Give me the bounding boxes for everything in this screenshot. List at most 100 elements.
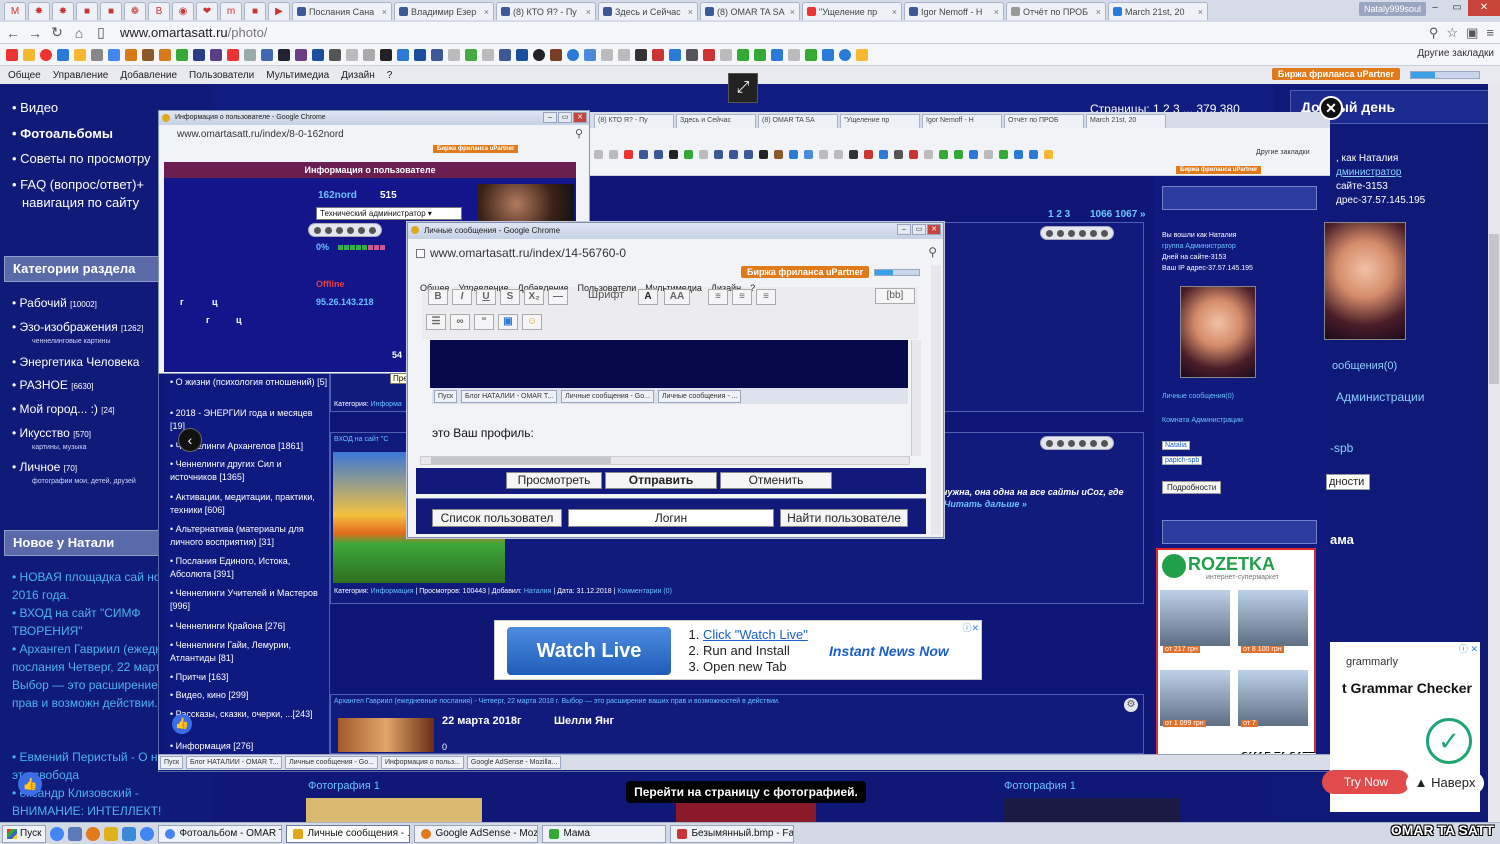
bookmark-icon[interactable] [635,48,647,61]
back-icon[interactable]: ← [6,25,20,41]
chrome-quicklaunch-icon[interactable] [50,826,65,841]
tab-close-icon[interactable]: × [1096,7,1101,17]
bookmark-icon[interactable] [788,48,800,61]
user-avatar-large[interactable] [1324,222,1406,340]
bookmark-icon[interactable] [703,48,715,61]
read-more-link[interactable]: Читать дальше » [944,499,1027,509]
browser-tab[interactable]: March 21st, 20 × [1108,2,1208,20]
tab-pinned-1[interactable]: ✸ [28,2,50,20]
tab-close-icon[interactable]: × [994,7,999,17]
bookmark-facebook-icon[interactable] [431,48,443,61]
taskbar-item[interactable]: Google AdSense - Mozilla... [414,824,539,843]
font-color-icon[interactable]: A [638,289,658,305]
taskbar-item[interactable]: Фотоальбом - OMAR TA ... [158,824,283,843]
font-size-icon[interactable]: AA [664,289,690,305]
bookmark-icon[interactable] [261,48,273,61]
subcategory-item[interactable]: • Ченнелинги Крайона [276] [170,620,328,633]
bookmark-icon[interactable] [278,48,290,61]
subcategory-item[interactable]: • Видео, кино [299] [170,689,328,702]
friend-papich-link[interactable]: papich-spb [1162,456,1203,465]
bookmark-icon[interactable] [550,48,562,61]
subscript-icon[interactable]: X₂ [524,289,544,305]
bookmark-icon[interactable] [159,48,171,61]
user-tools[interactable] [308,223,382,237]
product-image[interactable] [1160,590,1230,646]
menu-item[interactable]: Мультимедиа [266,70,329,81]
url-input[interactable]: www.omartasatt.ru/index/8-0-162nord [177,129,344,140]
menu-item[interactable]: Добавление [120,70,177,81]
maximize-icon[interactable]: ▭ [558,112,572,123]
smiley-icon[interactable]: ☺ [522,314,542,330]
photo-label[interactable]: Фотография 1 [1004,780,1076,792]
admin-room-link[interactable]: Комната Администрации [1162,417,1243,424]
pm-link-right[interactable]: ообщения(0) [1332,360,1397,372]
category-item[interactable]: • Энергетика Человека [12,355,139,369]
search-icon[interactable]: ⚲ [928,245,937,259]
bookmark-icon[interactable] [295,48,307,61]
horizontal-scrollbar[interactable] [420,456,910,465]
cancel-button[interactable]: Отменить [720,472,832,489]
tab-pinned-6[interactable]: ◉ [172,2,194,20]
bookmark-icon[interactable] [669,48,681,61]
subcategory-item[interactable]: • Рассказы, сказки, очерки, ...[243] [170,708,328,721]
send-button[interactable]: Отправить [605,472,717,489]
find-user-button[interactable]: Найти пользователе [780,509,908,527]
menu-item[interactable]: ? [387,70,393,81]
bookmark-icon[interactable] [771,48,783,61]
message-textarea[interactable] [430,340,908,388]
align-center-icon[interactable]: ≡ [732,289,752,305]
tab-pinned-blogger[interactable]: B [148,2,170,20]
tab-pinned-7[interactable]: ❤ [196,2,218,20]
taskbar-item[interactable]: Мама [542,824,667,843]
bookmark-icon[interactable] [856,48,868,61]
browser-tab[interactable]: (8) КТО Я? - Пу × [496,2,596,20]
bookmark-icon[interactable] [567,48,579,61]
bookmark-icon[interactable] [822,48,834,61]
url-input[interactable]: www.omartasatt.ru/photo/ [116,25,1421,40]
post-title[interactable]: Архангел Гавриил (ежедневные послания) -… [334,698,780,705]
freelance-badge[interactable]: Биржа фриланса uPartner [433,145,519,153]
sidebar-link-photoalbums[interactable]: • Фотоальбомы [12,126,113,141]
browser-tab[interactable]: Отчёт по ПРОБ × [1006,2,1106,20]
tab-close-icon[interactable]: × [688,7,693,17]
bookmark-icon[interactable] [686,48,698,61]
category-item[interactable]: • Мой город... :) [24] [12,402,115,416]
user-avatar[interactable] [1180,286,1256,378]
subcategory-item[interactable]: • Ченнелинги Учителей и Мастеров [996] [170,587,328,613]
taskbar-item[interactable]: Личные сообщения - ... [286,824,411,843]
quote-icon[interactable]: “ [474,314,494,330]
bookmark-icon[interactable] [652,48,664,61]
bookmark-icon[interactable] [74,48,86,61]
subcategory-item[interactable]: • Притчи [163] [170,671,328,684]
pm-link[interactable]: Личные сообщения(0) [1162,393,1234,400]
adchoices-icon[interactable]: ⓘ ✕ [1459,642,1478,655]
bookmark-icon[interactable] [584,48,596,61]
product-image[interactable] [1160,670,1230,726]
menu-item[interactable]: Пользователи [189,70,254,81]
product-image[interactable] [1238,590,1308,646]
watch-live-button[interactable]: Watch Live [507,627,671,675]
tab-pinned-3[interactable]: ■ [76,2,98,20]
adchoices-icon[interactable]: ⓘ✕ [962,621,979,634]
maximize-icon[interactable]: ▭ [1446,0,1468,16]
menu-item[interactable]: Дизайн [341,70,375,81]
desktop-quicklaunch-icon[interactable] [68,826,83,841]
chrome-quicklaunch-icon[interactable] [140,826,155,841]
close-icon[interactable]: ✕ [927,224,941,235]
bookmark-icon[interactable] [227,48,239,61]
bookmark-icon[interactable] [482,48,494,61]
user-list-button[interactable]: Список пользовател [432,509,562,527]
browser-tab[interactable]: "Ущеление пр × [802,2,902,20]
underline-icon[interactable]: U [476,289,496,305]
browser-tab[interactable]: Владимир Езер × [394,2,494,20]
subcategory-item[interactable]: • Альтернатива (материалы для личного во… [170,523,328,549]
strike-icon[interactable]: S [500,289,520,305]
pager-inner-end[interactable]: 1066 1067 » [1090,209,1146,220]
bookmark-gmail-icon[interactable] [6,48,18,61]
tab-pinned-5[interactable]: ❁ [124,2,146,20]
link-icon[interactable]: ∞ [450,314,470,330]
browser-tab[interactable]: (8) OMAR TA SA × [700,2,800,20]
align-left-icon[interactable]: ≡ [708,289,728,305]
bookmark-icon[interactable] [737,48,749,61]
post-tools[interactable] [1040,436,1114,450]
